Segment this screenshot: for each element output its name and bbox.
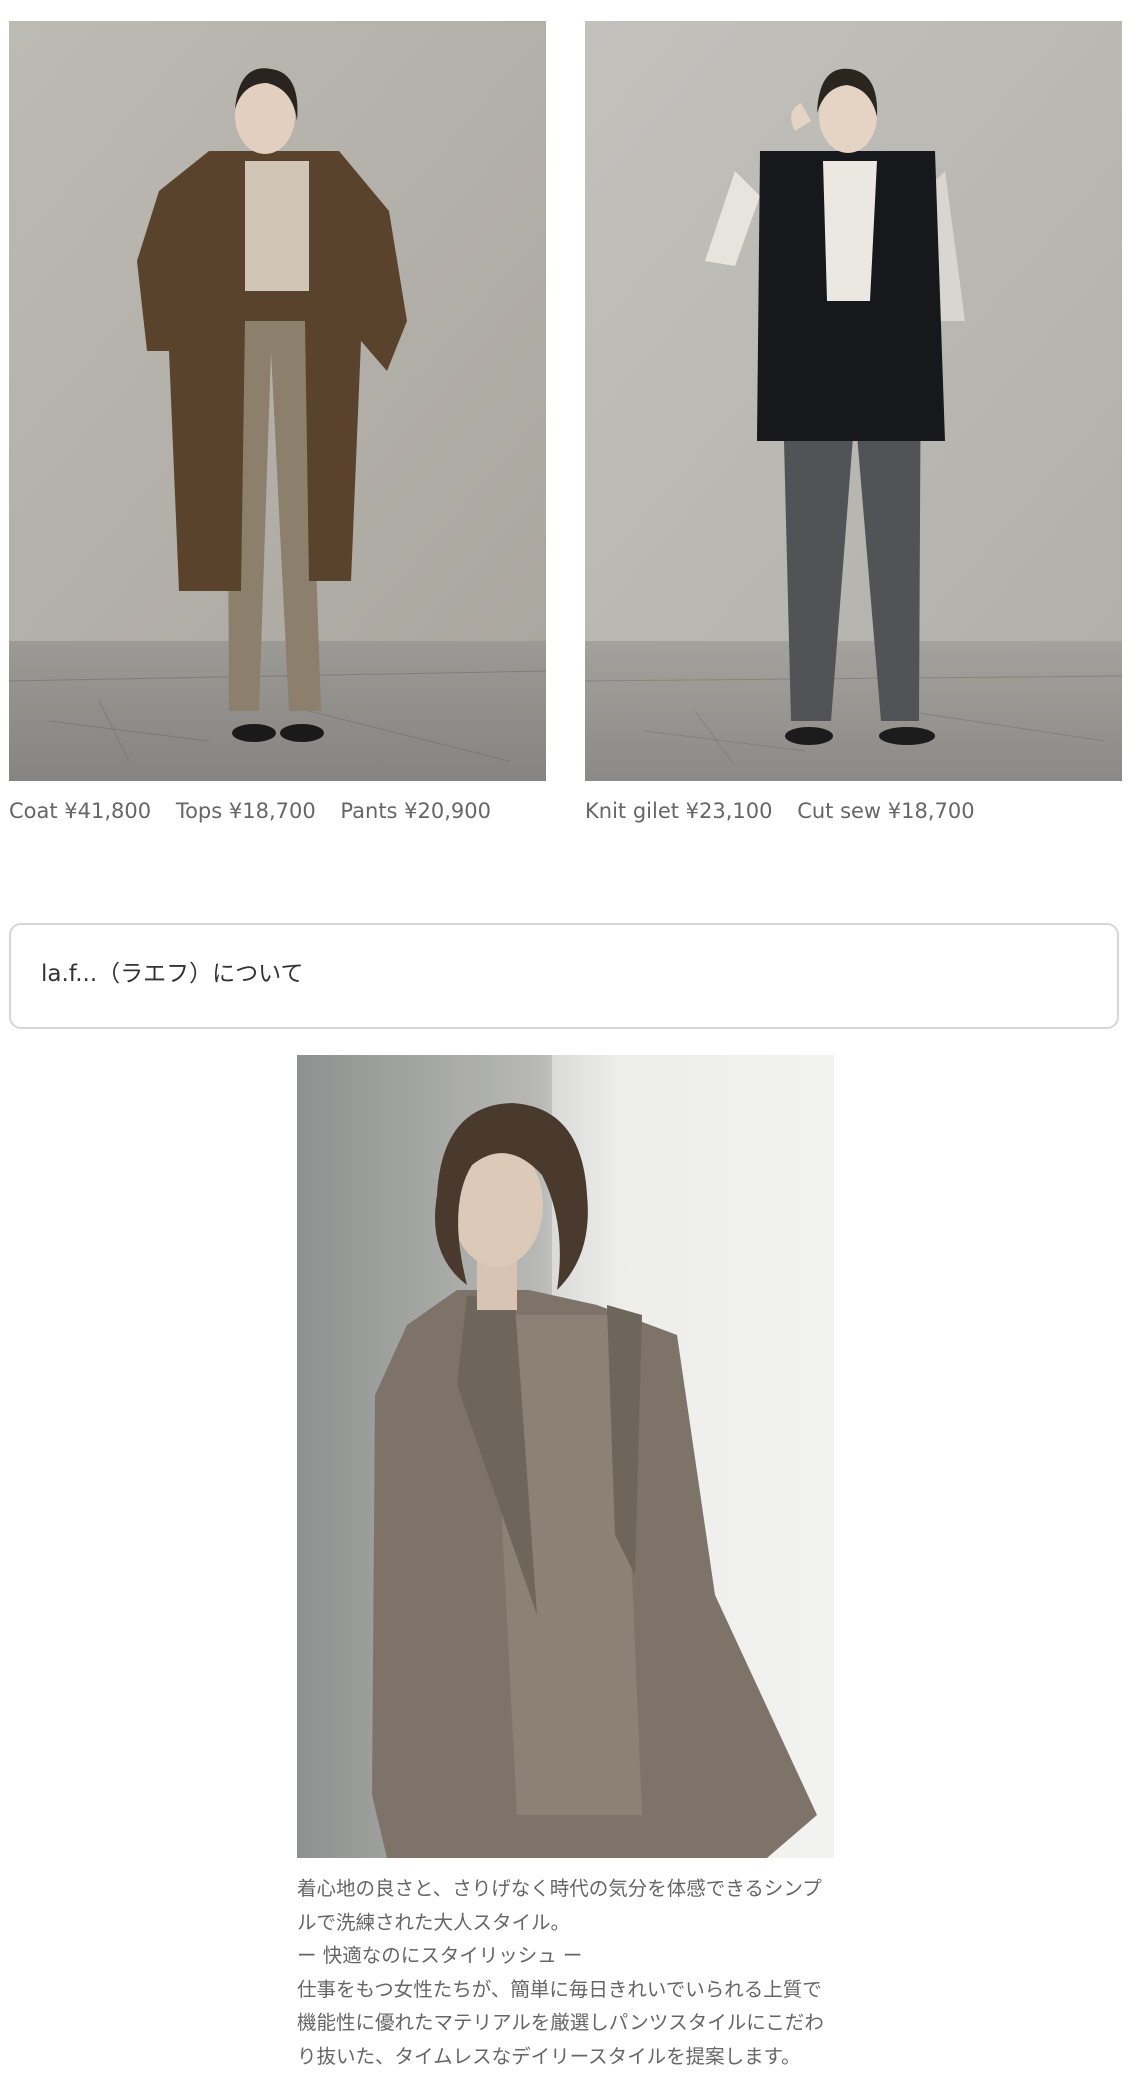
look-card-2: Knit gilet ¥23,100 Cut sew ¥18,700 <box>585 21 1122 826</box>
description-line: 着心地の良さと、さりげなく時代の気分を体感できるシンプ <box>297 1877 822 1900</box>
look-caption-2: Knit gilet ¥23,100 Cut sew ¥18,700 <box>585 796 1122 826</box>
look-photo-1[interactable] <box>9 21 546 781</box>
look-photo-1-image <box>9 21 546 781</box>
feature-photo-image <box>297 1055 834 1858</box>
price-label: Tops ¥18,700 <box>175 799 316 823</box>
look-caption-1: Coat ¥41,800 Tops ¥18,700 Pants ¥20,900 <box>9 796 546 826</box>
about-brand-button[interactable]: la.f...（ラエフ）について <box>9 923 1119 1029</box>
description-line: ー 快適なのにスタイリッシュ ー <box>297 1944 583 1967</box>
price-label: Coat ¥41,800 <box>9 799 152 823</box>
description-line: ルで洗練された大人スタイル。 <box>297 1910 571 1934</box>
feature-photo <box>297 1055 834 1858</box>
look-photo-2[interactable] <box>585 21 1122 781</box>
price-label: Pants ¥20,900 <box>340 799 492 823</box>
about-brand-label: la.f...（ラエフ）について <box>41 961 304 987</box>
description-line: 仕事をもつ女性たちが、簡単に毎日きれいでいられる上質で <box>297 1977 822 2001</box>
look-card-1: Coat ¥41,800 Tops ¥18,700 Pants ¥20,900 <box>9 21 546 826</box>
price-label: Cut sew ¥18,700 <box>797 799 975 823</box>
description-line: り抜いた、タイムレスなデイリースタイルを提案します。 <box>297 2044 801 2068</box>
look-photo-2-image <box>585 21 1122 781</box>
description-line: 機能性に優れたマテリアルを厳選しパンツスタイルにこだわ <box>297 2011 824 2034</box>
price-label: Knit gilet ¥23,100 <box>585 799 773 823</box>
brand-description: 着心地の良さと、さりげなく時代の気分を体感できるシンプ ルで洗練された大人スタイ… <box>297 1872 834 2073</box>
